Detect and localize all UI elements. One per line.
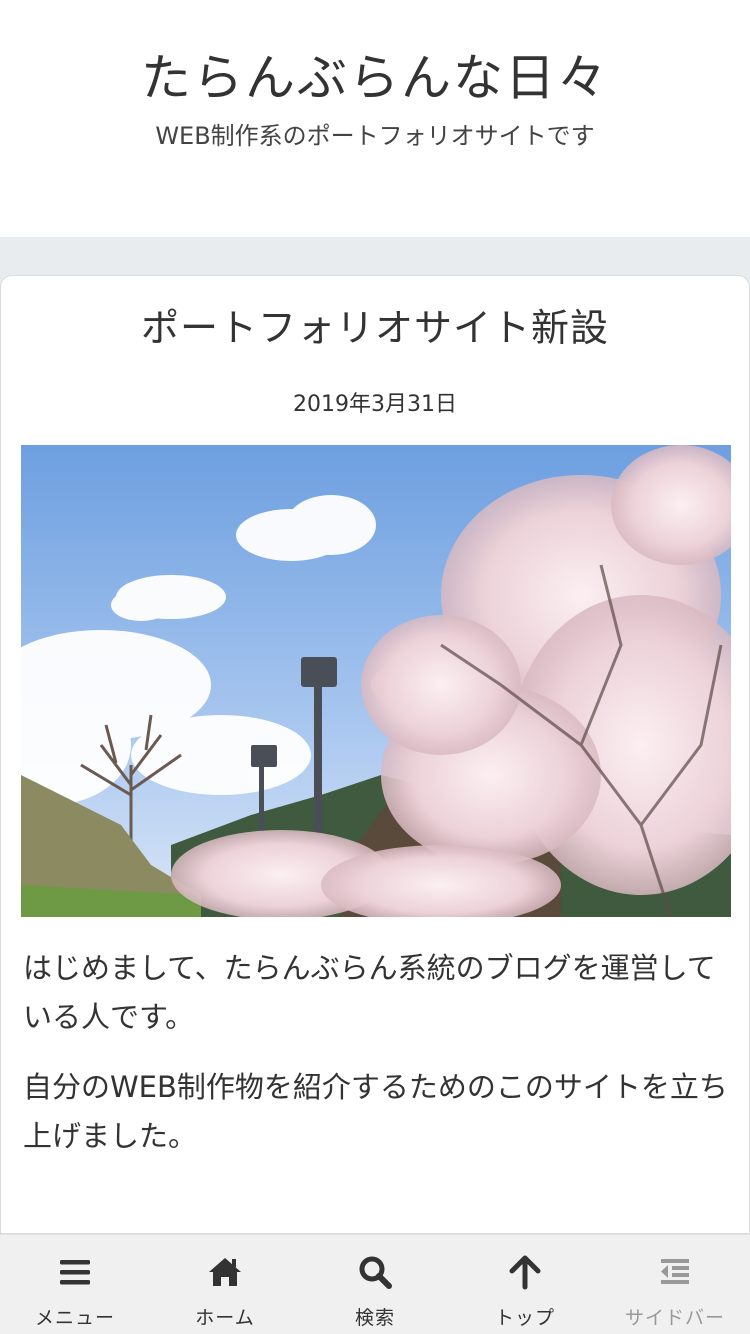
nav-search-button[interactable]: 検索 (300, 1235, 450, 1334)
nav-menu-button[interactable]: メニュー (0, 1235, 150, 1334)
hamburger-menu-icon (60, 1260, 90, 1285)
arrow-up-icon (509, 1255, 541, 1290)
sidebar-outdent-icon (661, 1259, 689, 1284)
nav-home-button[interactable]: ホーム (150, 1235, 300, 1334)
search-icon (359, 1256, 392, 1289)
nav-menu-label: メニュー (34, 1307, 115, 1329)
nav-sidebar-button[interactable]: サイドバー (600, 1235, 750, 1334)
nav-home-label: ホーム (195, 1307, 255, 1329)
article-paragraph: はじめまして、たらんぶらん系統のブログを運営している人です。 (23, 951, 716, 1034)
nav-top-label: トップ (494, 1307, 555, 1329)
site-title[interactable]: たらんぶらんな日々 (0, 48, 750, 108)
eyecatch-image (21, 445, 731, 917)
site-header: たらんぶらんな日々 WEB制作系のポートフォリオサイトです (0, 0, 750, 237)
article-date: 2019年3月31日 (293, 392, 457, 417)
article-card: ポートフォリオサイト新設 2019年3月31日 はじめまして、たらんぶらん系統の… (0, 275, 750, 1234)
site-tagline: WEB制作系のポートフォリオサイトです (155, 122, 595, 150)
article-body: はじめまして、たらんぶらん系統のブログを運営している人です。 自分のWEB制作物… (23, 944, 733, 1183)
bottom-nav-bar: メニュー ホーム 検索 トップ サイドバー (0, 1234, 750, 1334)
article-paragraph: 自分のWEB制作物を紹介するためのこのサイトを立ち上げました。 (23, 1070, 728, 1154)
home-icon (209, 1258, 241, 1286)
nav-search-label: 検索 (354, 1307, 395, 1329)
nav-sidebar-label: サイドバー (624, 1307, 725, 1329)
nav-top-button[interactable]: トップ (450, 1235, 600, 1334)
article-title: ポートフォリオサイト新設 (140, 306, 609, 350)
